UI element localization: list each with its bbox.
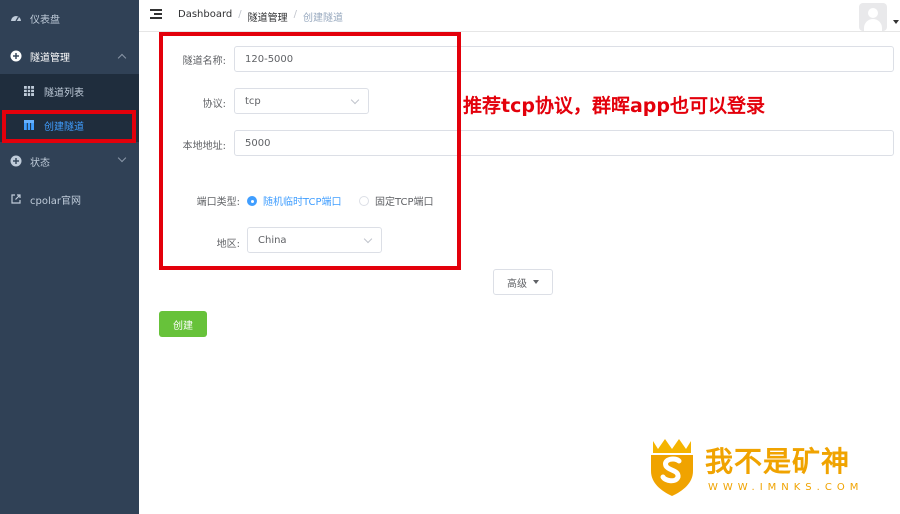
advanced-label: 高级 — [507, 278, 527, 290]
sidebar-item-tunnel-list[interactable]: 隧道列表 — [0, 74, 139, 108]
breadcrumb-separator: / — [238, 9, 242, 20]
sidebar: 仪表盘 隧道管理 隧道列表 创建隧道 状态 cpolar官网 — [0, 0, 139, 514]
avatar[interactable] — [859, 3, 887, 31]
grid-icon — [24, 86, 34, 96]
sidebar-item-status[interactable]: 状态 — [0, 143, 139, 179]
top-navbar: Dashboard / 隧道管理 / 创建隧道 — [139, 0, 900, 32]
highlight-box-form — [159, 32, 461, 270]
hamburger-icon[interactable] — [150, 9, 162, 21]
plus-circle-icon — [10, 50, 22, 62]
plus-circle-icon — [10, 155, 22, 167]
breadcrumb-dashboard[interactable]: Dashboard — [178, 9, 232, 24]
annotation-text: 推荐tcp协议，群晖app也可以登录 — [463, 95, 765, 117]
sidebar-item-label: 仪表盘 — [30, 14, 60, 26]
chevron-up-icon — [117, 53, 127, 63]
highlight-box-sidebar — [2, 110, 136, 143]
sidebar-item-label: cpolar官网 — [30, 195, 81, 207]
breadcrumb-separator: / — [293, 9, 298, 20]
advanced-button[interactable]: 高级 — [493, 269, 553, 295]
shield-logo-icon — [645, 437, 699, 497]
chevron-down-icon — [117, 153, 127, 163]
sidebar-item-label: 状态 — [30, 157, 50, 169]
create-button[interactable]: 创建 — [159, 311, 207, 337]
sidebar-item-label: 隧道管理 — [30, 52, 70, 64]
caret-down-icon[interactable] — [893, 20, 899, 24]
sidebar-item-tunnel-management[interactable]: 隧道管理 — [0, 38, 139, 74]
external-link-icon — [10, 193, 22, 205]
sidebar-item-dashboard[interactable]: 仪表盘 — [0, 0, 139, 36]
dashboard-icon — [10, 12, 22, 24]
watermark-url: WWW.IMNKS.COM — [708, 482, 864, 493]
breadcrumb-tunnel-management[interactable]: 隧道管理 — [248, 9, 288, 24]
sidebar-item-label: 隧道列表 — [44, 87, 84, 99]
watermark-title: 我不是矿神 — [705, 445, 851, 478]
breadcrumb: Dashboard / 隧道管理 / 创建隧道 — [178, 9, 343, 24]
caret-down-icon — [533, 280, 539, 284]
breadcrumb-create-tunnel: 创建隧道 — [303, 13, 344, 24]
sidebar-item-cpolar-site[interactable]: cpolar官网 — [0, 181, 139, 217]
